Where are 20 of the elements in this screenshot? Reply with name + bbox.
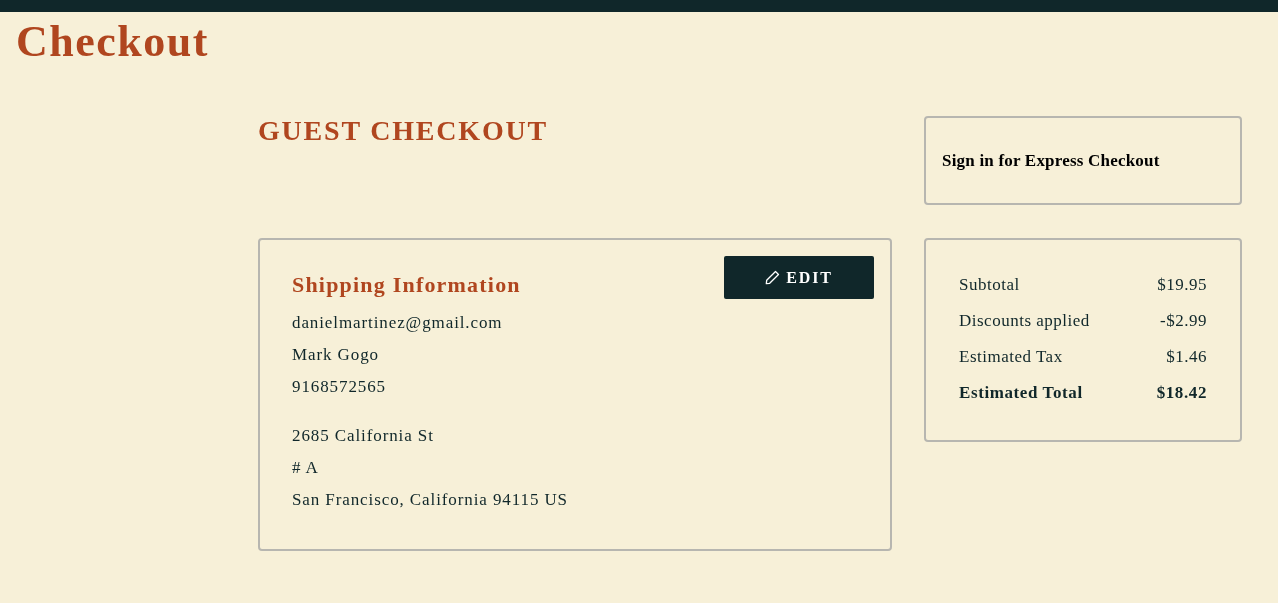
address-line: # A	[292, 457, 319, 479]
contact-line: 9168572565	[292, 376, 386, 398]
address-line: 2685 California St	[292, 425, 434, 447]
edit-button[interactable]: EDIT	[724, 256, 874, 299]
contact-line: Mark Gogo	[292, 344, 379, 366]
summary-value: $19.95	[1157, 275, 1207, 295]
summary-label: Subtotal	[959, 275, 1020, 295]
pencil-icon	[765, 270, 781, 285]
summary-value: $18.42	[1156, 383, 1207, 403]
summary-label: Estimated Tax	[959, 347, 1063, 367]
express-signin-label[interactable]: Sign in for Express Checkout	[942, 150, 1160, 171]
page-title: Checkout	[15, 16, 209, 68]
summary-value: $1.46	[1166, 347, 1207, 367]
address-line: San Francisco, California 94115 US	[292, 489, 568, 511]
section-heading: GUEST CHECKOUT	[258, 116, 548, 146]
summary-value: -$2.99	[1160, 311, 1207, 331]
contact-line: danielmartinez@gmail.com	[292, 312, 503, 334]
summary-label: Discounts applied	[959, 311, 1090, 331]
shipping-title: Shipping Information	[292, 271, 521, 298]
summary-label: Estimated Total	[959, 383, 1083, 403]
